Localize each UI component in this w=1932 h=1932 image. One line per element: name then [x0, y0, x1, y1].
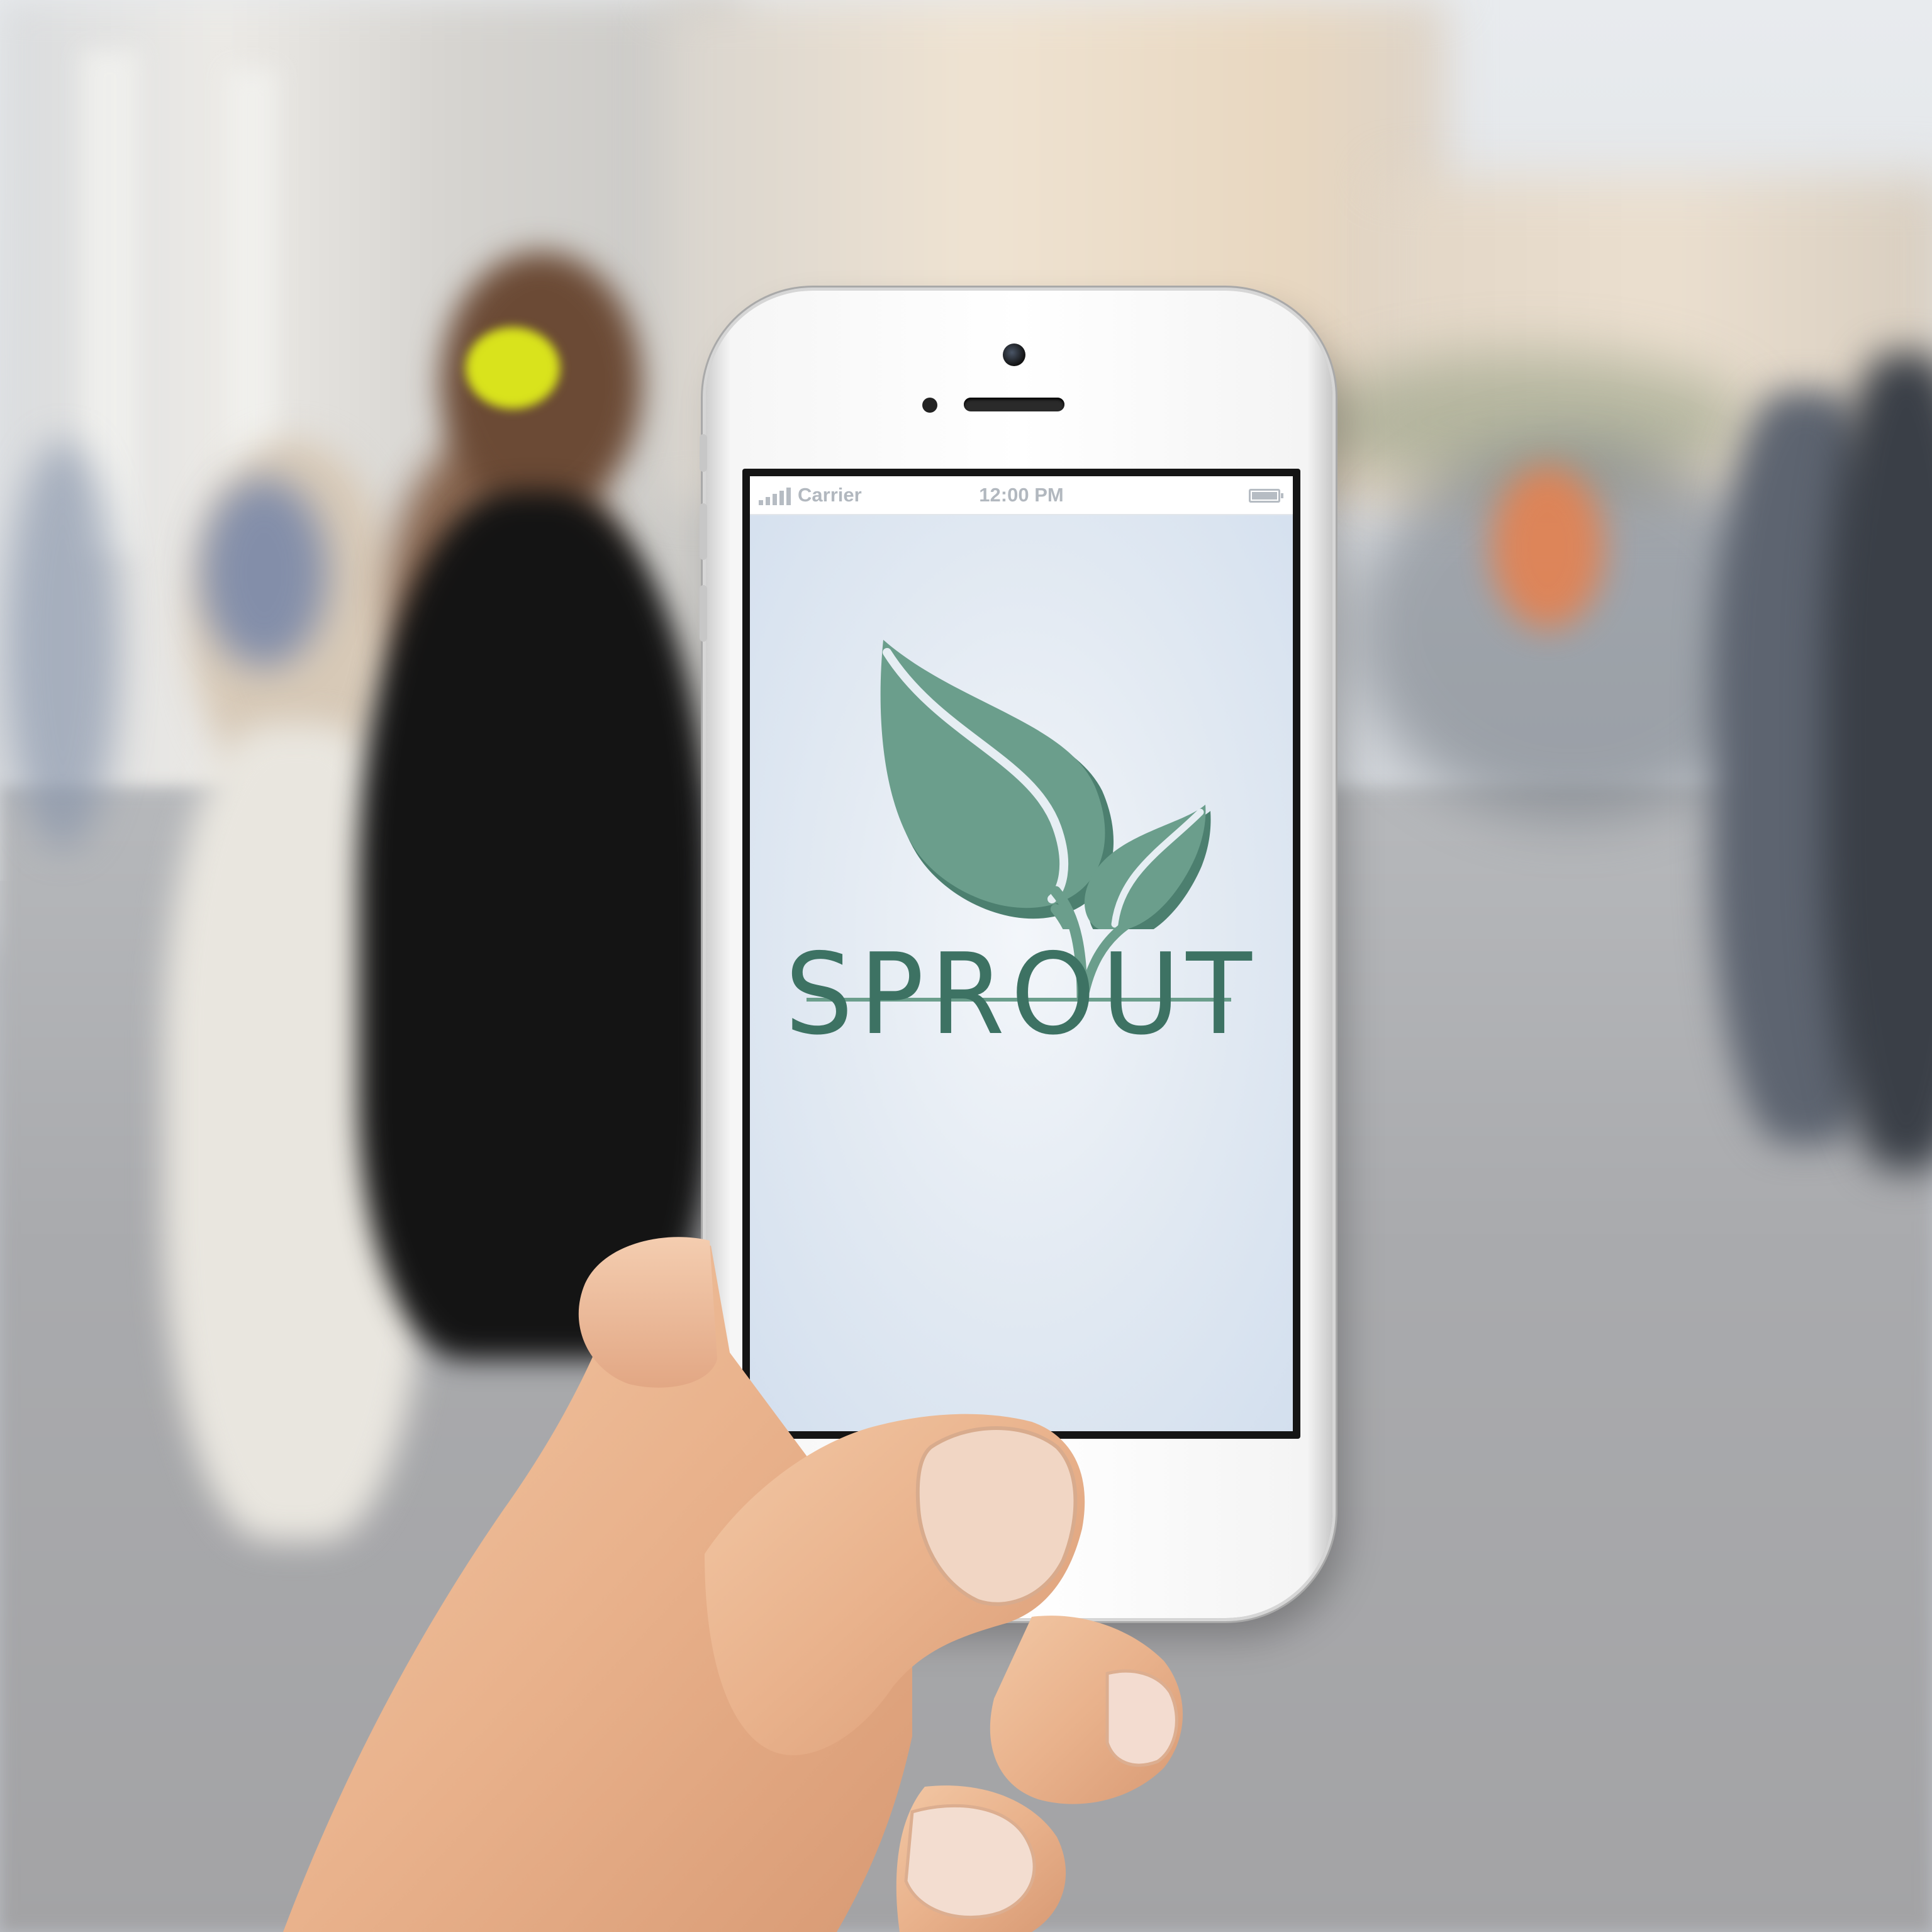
hand	[283, 1237, 1183, 1932]
